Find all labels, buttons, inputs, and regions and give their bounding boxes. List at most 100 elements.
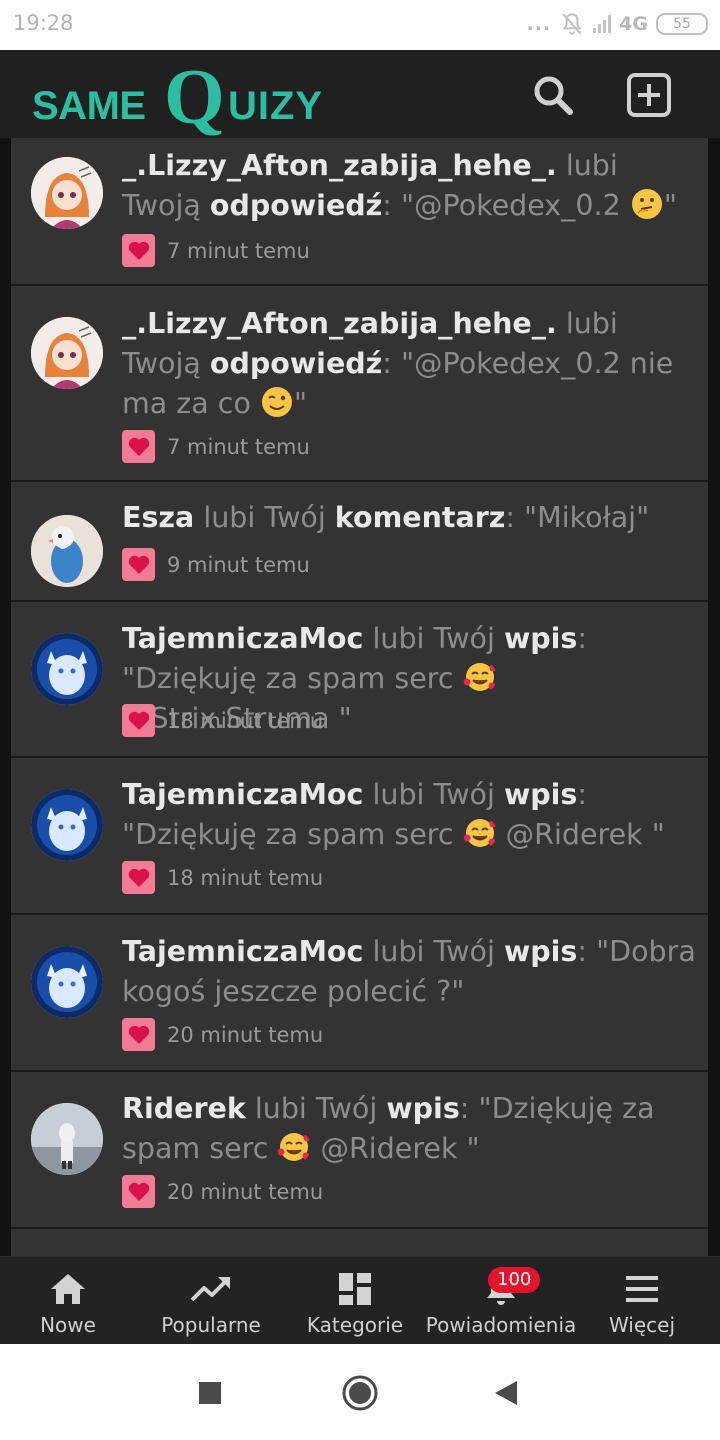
search-button[interactable] <box>528 70 578 120</box>
notification-object[interactable]: odpowiedź <box>210 347 382 380</box>
recents-button[interactable] <box>187 1370 233 1416</box>
person-photo-avatar-image <box>31 1103 103 1175</box>
nav-item-wiecej[interactable]: Więcej <box>592 1257 692 1345</box>
home-circle-icon <box>342 1375 378 1411</box>
user-avatar[interactable] <box>31 633 103 705</box>
user-avatar[interactable] <box>31 317 103 389</box>
notification-text: TajemniczaMoc lubi Twój wpis: "Dobra kog… <box>122 932 698 1012</box>
notification-user[interactable]: _.Lizzy_Afton_zabija_hehe_. <box>122 149 557 182</box>
notification-user[interactable]: TajemniczaMoc <box>122 622 363 655</box>
notification-verb: lubi Twój <box>372 935 495 968</box>
notification-user[interactable]: TajemniczaMoc <box>122 778 363 811</box>
notification-time: 9 minut temu <box>167 552 310 577</box>
notification-user[interactable]: _.Lizzy_Afton_zabija_hehe_. <box>122 307 557 340</box>
notification-meta: 7 minut temu <box>122 234 310 267</box>
notification-item[interactable]: Riderek lubi Twój wpis: "Dziękuję za spa… <box>11 1072 708 1229</box>
bottom-navigation: Nowe Popularne Kategorie 100 Powiadomien… <box>0 1256 720 1344</box>
notification-text: Esza lubi Twój komentarz: "Mikołaj" <box>122 498 698 538</box>
nav-item-nowe[interactable]: Nowe <box>20 1257 116 1345</box>
battery-level: 55 <box>673 16 691 32</box>
notification-object[interactable]: odpowiedź <box>210 189 382 222</box>
thinking-face-emoji-icon <box>631 189 662 219</box>
heart-icon <box>122 548 155 581</box>
notification-time: 18 minut temu <box>167 708 324 733</box>
notification-object[interactable]: wpis <box>386 1092 459 1125</box>
user-avatar[interactable] <box>31 157 103 229</box>
notifications-feed[interactable]: _.Lizzy_Afton_zabija_hehe_. lubi Twoją o… <box>0 138 720 1256</box>
user-avatar[interactable] <box>31 1103 103 1175</box>
notification-object[interactable]: wpis <box>504 778 577 811</box>
notification-meta: 9 minut temu <box>122 548 310 581</box>
battery-icon: 55 <box>656 13 708 35</box>
notification-text: _.Lizzy_Afton_zabija_hehe_. lubi Twoją o… <box>122 146 698 226</box>
nav-label-kategorie: Kategorie <box>306 1313 404 1337</box>
add-quiz-button[interactable] <box>624 70 674 120</box>
home-system-button[interactable] <box>337 1370 383 1416</box>
heart-icon <box>122 861 155 894</box>
status-dots: ... <box>526 13 552 35</box>
app-header: same Q uizy <box>0 50 720 140</box>
notification-user[interactable]: Riderek <box>122 1092 246 1125</box>
heart-icon <box>122 1018 155 1051</box>
nav-item-kategorie[interactable]: Kategorie <box>300 1257 410 1345</box>
search-icon <box>534 76 573 115</box>
notification-item-partial[interactable] <box>11 1229 708 1256</box>
nav-label-popularne: Popularne <box>161 1313 261 1337</box>
status-bar: 19:28 ... 4G 55 <box>0 0 720 50</box>
budgie-avatar-image <box>31 515 103 587</box>
notification-verb: lubi Twój <box>372 622 495 655</box>
notification-quote-end: " <box>293 387 308 420</box>
logo-uizy: uizy <box>228 84 324 128</box>
recents-square-icon <box>199 1382 221 1404</box>
anime-girl-avatar-image <box>31 317 103 389</box>
notification-quote: : "@Pokedex_0.2 <box>382 189 630 222</box>
notification-verb: lubi Twój <box>203 501 326 534</box>
home-icon <box>51 1274 85 1304</box>
notification-object[interactable]: wpis <box>504 622 577 655</box>
notification-user[interactable]: TajemniczaMoc <box>122 935 363 968</box>
user-avatar[interactable] <box>31 515 103 587</box>
status-icons: ... 4G 55 <box>527 11 708 37</box>
menu-icon <box>626 1276 658 1302</box>
notification-time: 20 minut temu <box>167 1022 324 1047</box>
notification-quote-end: @Riderek " <box>311 1132 480 1165</box>
signal-icon <box>593 15 612 33</box>
nav-item-powiadomienia[interactable]: 100 Powiadomienia <box>424 1257 578 1345</box>
notification-count-badge: 100 <box>488 1267 541 1293</box>
notification-object[interactable]: wpis <box>504 935 577 968</box>
nav-item-popularne[interactable]: Popularne <box>152 1257 270 1345</box>
heart-icon <box>122 234 155 267</box>
notification-quote: : "Mikołaj" <box>505 501 650 534</box>
notification-meta: 18 minut temu <box>122 861 323 894</box>
notification-item[interactable]: TajemniczaMoc lubi Twój wpis: "Dziękuję … <box>11 602 708 758</box>
notification-time: 7 minut temu <box>167 238 310 263</box>
notification-item[interactable]: TajemniczaMoc lubi Twój wpis: "Dziękuję … <box>11 758 708 915</box>
notification-item[interactable]: TajemniczaMoc lubi Twój wpis: "Dobra kog… <box>11 915 708 1072</box>
nav-label-nowe: Nowe <box>40 1313 96 1337</box>
notification-item[interactable]: Esza lubi Twój komentarz: "Mikołaj" 9 mi… <box>11 482 708 602</box>
notification-meta: 20 minut temu <box>122 1018 323 1051</box>
notification-quote: : "@Pokedex_0.2 nie ma za co <box>122 347 674 420</box>
notification-text: TajemniczaMoc lubi Twój wpis: "Dziękuję … <box>122 775 698 855</box>
notification-object[interactable]: komentarz <box>335 501 506 534</box>
back-button[interactable] <box>483 1370 529 1416</box>
smiling-face-with-hearts-emoji-icon <box>463 663 497 691</box>
notification-item[interactable]: _.Lizzy_Afton_zabija_hehe_. lubi Twoją o… <box>11 286 708 482</box>
logo-same: same <box>32 84 146 128</box>
blue-cat-avatar-image <box>31 789 103 861</box>
user-avatar[interactable] <box>31 789 103 861</box>
notification-meta: 7 minut temu <box>122 430 310 463</box>
notification-verb: lubi Twój <box>372 778 495 811</box>
add-square-icon <box>627 73 671 117</box>
heart-icon <box>122 430 155 463</box>
notification-user[interactable]: Esza <box>122 501 194 534</box>
anime-girl-avatar-image <box>31 157 103 229</box>
notification-quote-end: @Riderek " <box>496 818 665 851</box>
trending-icon <box>190 1277 230 1302</box>
notification-quote-end: " <box>663 189 677 222</box>
user-avatar[interactable] <box>31 946 103 1018</box>
notification-item[interactable]: _.Lizzy_Afton_zabija_hehe_. lubi Twoją o… <box>11 138 708 286</box>
logo-q: Q <box>164 53 225 140</box>
grid-icon <box>339 1273 371 1305</box>
notification-meta: 20 minut temu <box>122 1175 323 1208</box>
